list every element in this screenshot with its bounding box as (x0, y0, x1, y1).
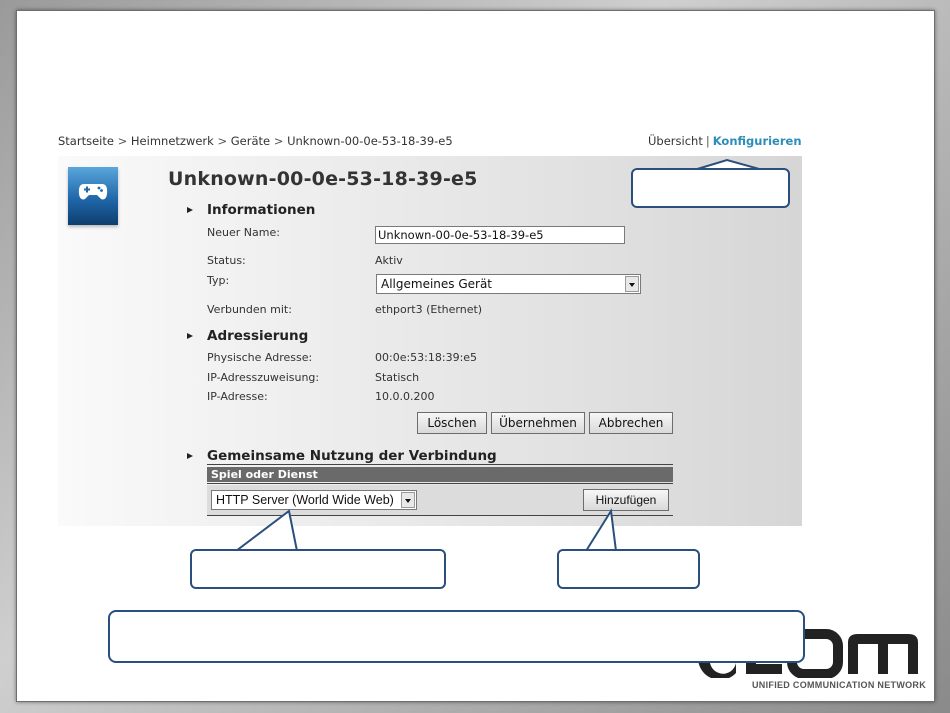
callout-service-select (190, 549, 446, 589)
callout-configure (631, 168, 790, 208)
callout-description (108, 610, 805, 663)
callout-pointers (235, 158, 764, 552)
callout-add-button (557, 549, 700, 589)
